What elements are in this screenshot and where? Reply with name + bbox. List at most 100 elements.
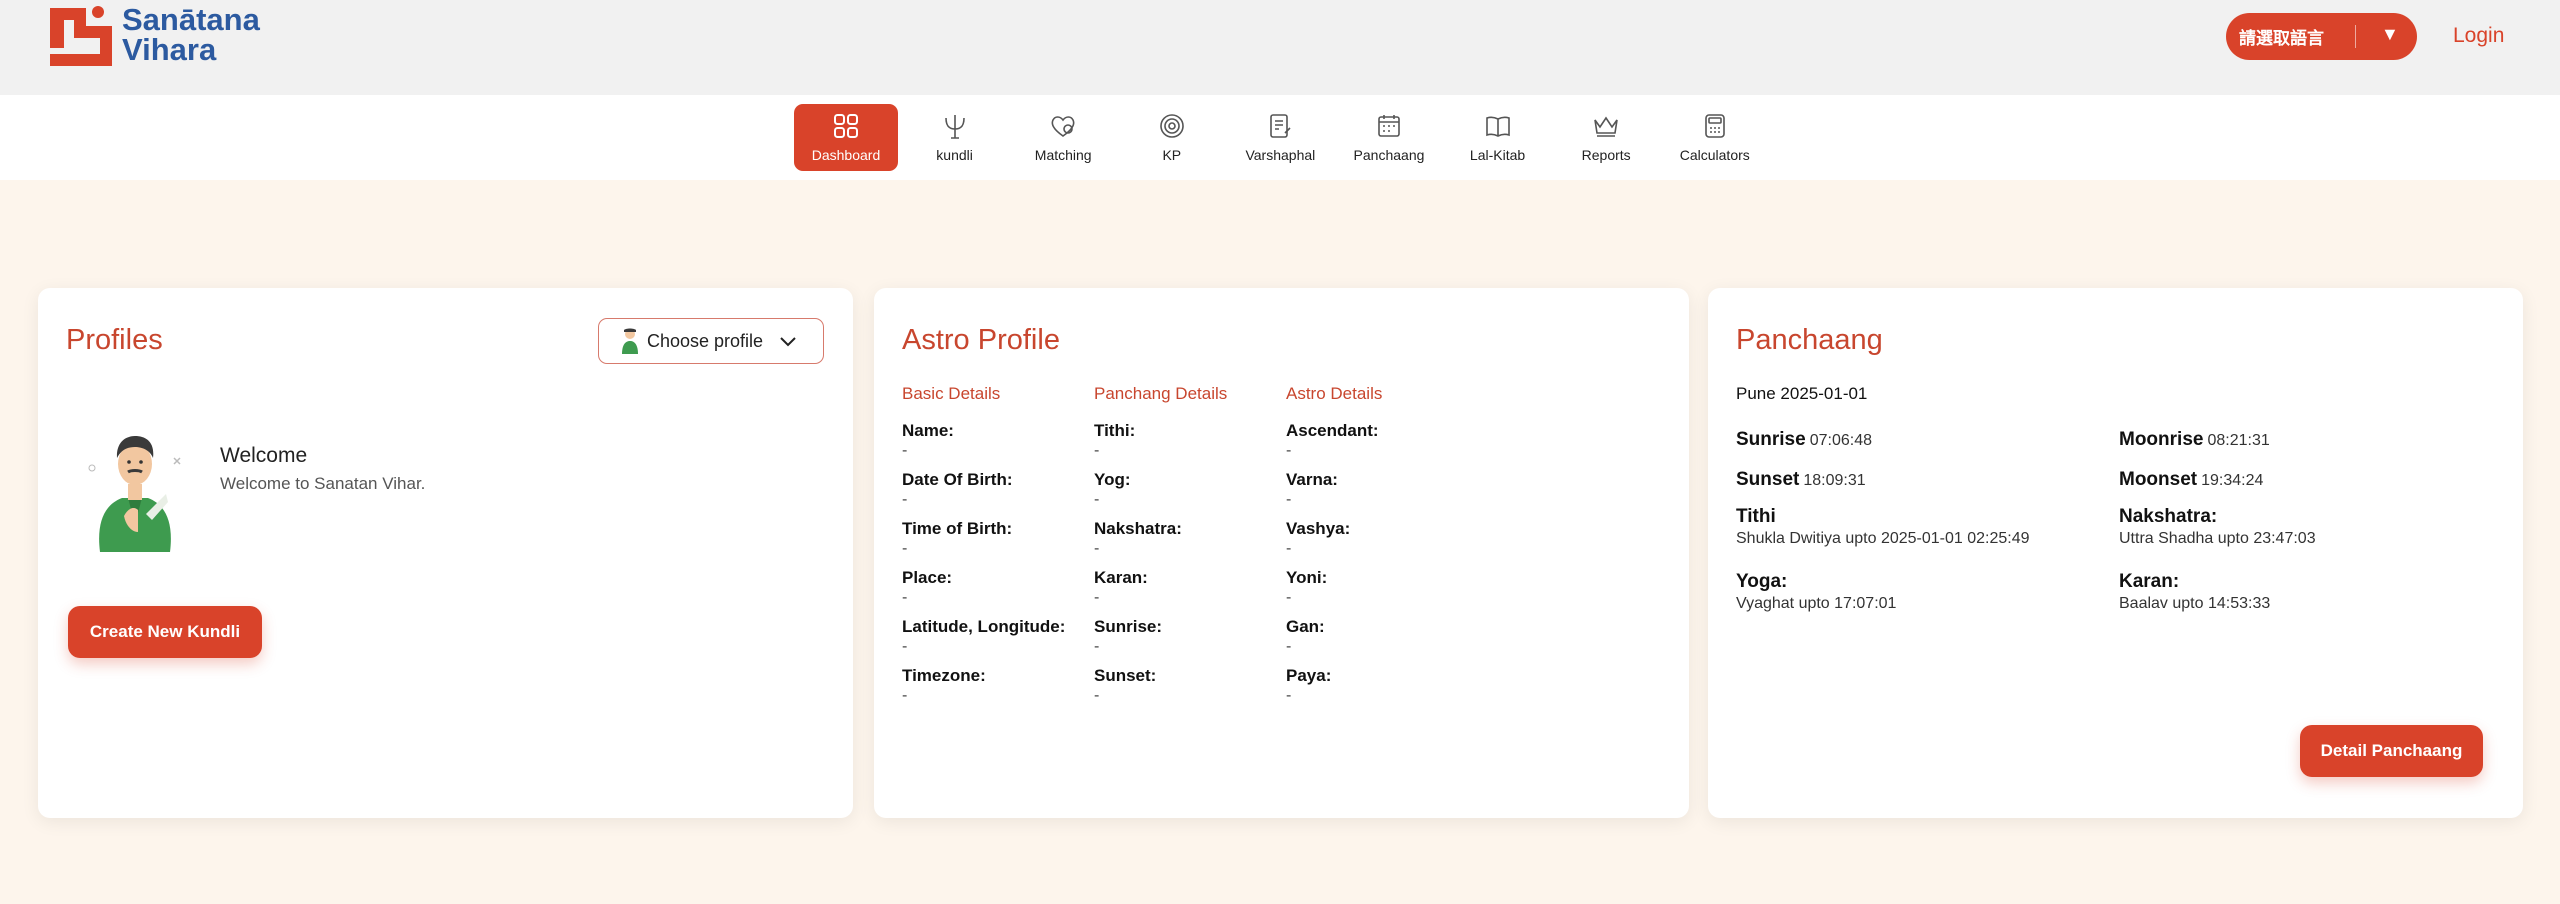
nakshatra-label: Nakshatra:: [2119, 506, 2218, 527]
basic-details-column: Basic Details Name: - Date Of Birth: - Tim…: [902, 384, 1092, 715]
detail-label: Sunrise:: [1094, 617, 1163, 636]
sunrise-label: Sunrise: [1736, 429, 1806, 450]
nav-item-kp[interactable]: KP: [1120, 104, 1224, 171]
detail-value: -: [1286, 540, 1292, 557]
detail-value: -: [902, 638, 908, 655]
detail-value: -: [1094, 442, 1100, 459]
nakshatra-item: Nakshatra: Uttra Shadha upto 23:47:03: [2119, 506, 2316, 550]
sunset-value: 18:09:31: [1803, 472, 1866, 489]
detail-value: -: [902, 589, 908, 606]
panchang-details-column: Panchang Details Tithi: - Yog: - Nakshatra…: [1094, 384, 1284, 715]
detail-row: Yoni: -: [1286, 568, 1476, 617]
detail-row: Date Of Birth: -: [902, 470, 1092, 519]
detail-value: -: [1286, 589, 1292, 606]
moonset-label: Moonset: [2119, 469, 2198, 490]
nav-item-matching[interactable]: Matching: [1011, 104, 1115, 171]
moonrise-item: Moonrise 08:21:31: [2119, 429, 2270, 451]
karan-item: Karan: Baalav upto 14:53:33: [2119, 571, 2270, 615]
moonrise-value: 08:21:31: [2207, 432, 2270, 449]
detail-label: Varna:: [1286, 470, 1338, 489]
detail-label: Paya:: [1286, 666, 1332, 685]
nav-item-reports[interactable]: Reports: [1554, 104, 1658, 171]
choose-profile-label: Choose profile: [647, 330, 764, 351]
detail-row: Karan: -: [1094, 568, 1284, 617]
column-heading: Basic Details: [902, 384, 1001, 403]
create-new-kundli-button[interactable]: Create New Kundli: [68, 606, 262, 658]
detail-value: -: [1286, 442, 1292, 459]
astro-profile-card: Astro Profile Basic Details Name: - Date …: [874, 288, 1689, 818]
detail-value: -: [1094, 589, 1100, 606]
detail-row: Latitude, Longitude: -: [902, 617, 1092, 666]
detail-row: Paya: -: [1286, 666, 1476, 715]
panchaang-location-date: Pune 2025-01-01: [1736, 384, 1868, 403]
moonset-value: 19:34:24: [2201, 472, 2264, 489]
detail-row: Gan: -: [1286, 617, 1476, 666]
detail-panchaang-button[interactable]: Detail Panchaang: [2300, 725, 2483, 777]
top-header: Sanātana Vihara 請選取語言 ▼ Login: [0, 0, 2560, 95]
detail-value: -: [1094, 491, 1100, 508]
nakshatra-value: Uttra Shadha upto 23:47:03: [2119, 530, 2316, 547]
detail-value: -: [1094, 540, 1100, 557]
detail-label: Latitude, Longitude:: [902, 617, 1066, 636]
detail-label: Time of Birth:: [902, 519, 1013, 538]
panchaang-title: Panchaang: [1736, 324, 1883, 356]
detail-label: Timezone:: [902, 666, 986, 685]
profiles-title: Profiles: [66, 324, 163, 356]
login-link[interactable]: Login: [2453, 24, 2504, 48]
detail-label: Place:: [902, 568, 953, 587]
detail-row: Nakshatra: -: [1094, 519, 1284, 568]
detail-value: -: [902, 491, 908, 508]
language-divider: [2355, 25, 2356, 48]
tithi-value: Shukla Dwitiya upto 2025-01-01 02:25:49: [1736, 530, 2030, 547]
detail-row: Sunset: -: [1094, 666, 1284, 715]
detail-row: Sunrise: -: [1094, 617, 1284, 666]
hearts-icon: [1051, 116, 1075, 137]
detail-row: Varna: -: [1286, 470, 1476, 519]
sunrise-item: Sunrise 07:06:48: [1736, 429, 1872, 451]
nav-item-varshaphal[interactable]: Varshaphal: [1228, 104, 1332, 171]
tithi-label: Tithi: [1736, 506, 1776, 527]
nav-item-lal-kitab[interactable]: Lal-Kitab: [1446, 104, 1550, 171]
detail-value: -: [1286, 687, 1292, 704]
calendar-icon: [1378, 115, 1400, 137]
detail-row: Timezone: -: [902, 666, 1092, 715]
detail-value: -: [902, 687, 908, 704]
nav-label: kundli: [936, 147, 973, 163]
site-logo[interactable]: Sanātana Vihara: [50, 2, 260, 68]
nav-item-kundli[interactable]: kundli: [903, 104, 1007, 171]
nav-item-calculators[interactable]: Calculators: [1663, 104, 1767, 171]
detail-row: Name: -: [902, 421, 1092, 470]
nav-item-dashboard[interactable]: Dashboard: [794, 104, 898, 171]
detail-row: Yog: -: [1094, 470, 1284, 519]
yoga-value: Vyaghat upto 17:07:01: [1736, 595, 1897, 612]
dashboard-grid-icon: [834, 114, 858, 138]
detail-row: Ascendant: -: [1286, 421, 1476, 470]
astro-profile-title: Astro Profile: [902, 324, 1060, 356]
karan-label: Karan:: [2119, 571, 2180, 592]
nav-label: Dashboard: [811, 147, 881, 163]
detail-value: -: [902, 540, 908, 557]
choose-profile-dropdown[interactable]: Choose profile: [598, 318, 824, 364]
nav-label: KP: [1162, 147, 1182, 163]
detail-label: Yoni:: [1286, 568, 1328, 587]
yoga-label: Yoga:: [1736, 571, 1788, 592]
main-nav: Dashboard kundli Matching KP Varshaphal …: [0, 95, 2560, 180]
detail-label: Date Of Birth:: [902, 470, 1013, 489]
trident-icon: [944, 115, 965, 139]
language-selector[interactable]: 請選取語言 ▼: [2226, 13, 2417, 60]
chevron-down-icon: [780, 337, 796, 347]
detail-label: Nakshatra:: [1094, 519, 1182, 538]
detail-value: -: [1286, 638, 1292, 655]
detail-row: Time of Birth: -: [902, 519, 1092, 568]
detail-label: Ascendant:: [1286, 421, 1379, 440]
moonrise-label: Moonrise: [2119, 429, 2204, 450]
moonset-item: Moonset 19:34:24: [2119, 469, 2263, 491]
detail-label: Gan:: [1286, 617, 1325, 636]
detail-label: Yog:: [1094, 470, 1131, 489]
yoga-item: Yoga: Vyaghat upto 17:07:01: [1736, 571, 1896, 615]
nav-item-panchaang[interactable]: Panchaang: [1337, 104, 1441, 171]
book-icon: [1485, 116, 1510, 137]
detail-label: Sunset:: [1094, 666, 1157, 685]
calculator-icon: [1704, 114, 1725, 138]
nav-label: Matching: [1034, 147, 1092, 163]
